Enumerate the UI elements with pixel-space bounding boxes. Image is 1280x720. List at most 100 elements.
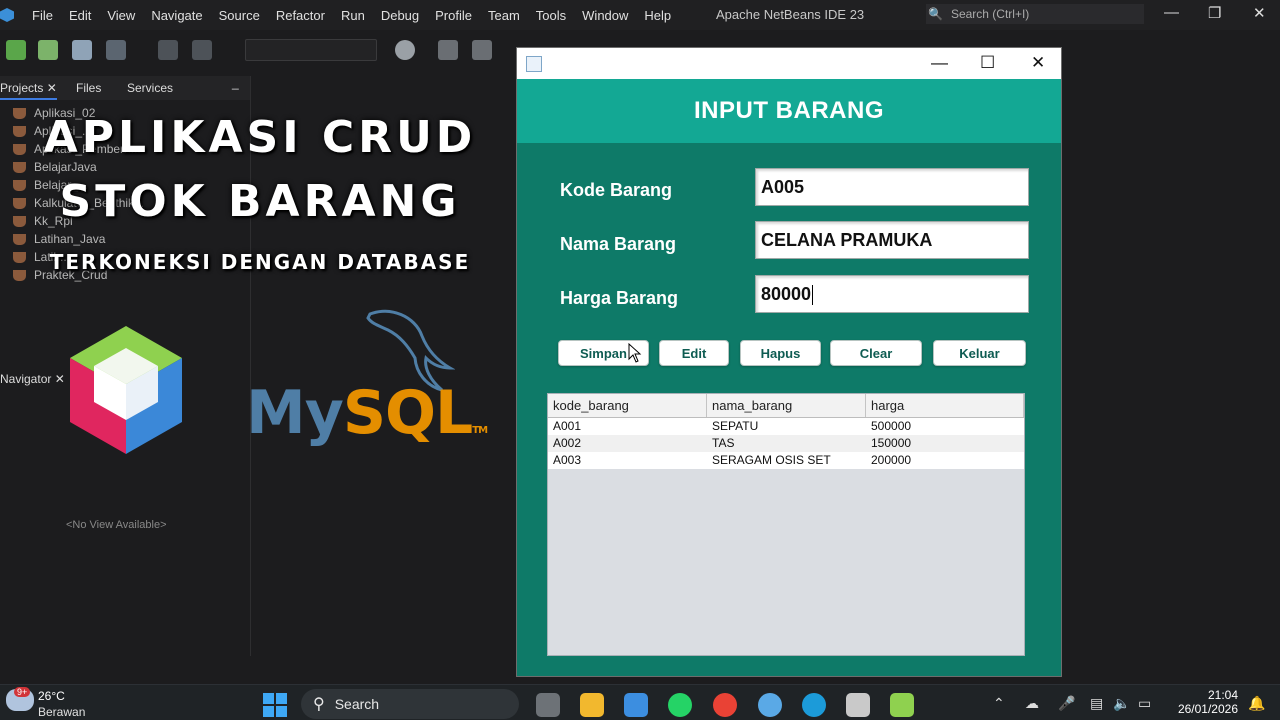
java-project-icon xyxy=(13,215,26,227)
onedrive-icon[interactable]: ☁ xyxy=(1025,695,1039,712)
table-cell: 500000 xyxy=(871,419,912,433)
ide-window-title: Apache NetBeans IDE 23 xyxy=(716,7,865,22)
chevron-up-icon[interactable]: ⌃ xyxy=(993,695,1005,712)
keluar-button[interactable]: Keluar xyxy=(933,340,1026,366)
hapus-button[interactable]: Hapus xyxy=(740,340,821,366)
java-project-icon xyxy=(13,197,26,209)
java-project-icon xyxy=(13,161,26,173)
form-header: INPUT BARANG xyxy=(517,79,1061,143)
maximize-icon[interactable]: ❐ xyxy=(1208,4,1221,22)
menu-window[interactable]: Window xyxy=(574,8,636,23)
whatsapp-icon[interactable] xyxy=(668,693,692,717)
menu-run[interactable]: Run xyxy=(333,8,373,23)
notification-badge: 9+ xyxy=(14,687,31,697)
open-project-icon[interactable] xyxy=(72,40,92,60)
clean-build-icon[interactable] xyxy=(472,40,492,60)
windows-taskbar: 9+ 26°C Berawan ⚲ Search ⌃ ☁ 🎤 ▤ 🔈 ▭ 21:… xyxy=(0,684,1280,720)
java-project-icon xyxy=(13,125,26,137)
table-row[interactable]: A001 SEPATU 500000 xyxy=(548,418,1024,435)
undo-icon[interactable] xyxy=(158,40,178,60)
minimize-icon[interactable]: — xyxy=(1164,4,1179,21)
panel-divider xyxy=(250,76,251,656)
tab-services[interactable]: Services xyxy=(127,81,173,95)
redo-icon[interactable] xyxy=(192,40,212,60)
volume-icon[interactable]: 🔈 xyxy=(1113,695,1130,712)
table-cell: 150000 xyxy=(871,436,912,450)
tab-files[interactable]: Files xyxy=(76,81,101,95)
table-row[interactable]: A002 TAS 150000 xyxy=(548,435,1024,452)
text-caret xyxy=(812,285,814,306)
menu-edit[interactable]: Edit xyxy=(61,8,99,23)
harga-barang-input[interactable]: 80000 xyxy=(755,275,1029,313)
edge-icon[interactable] xyxy=(802,693,826,717)
globe-icon[interactable] xyxy=(395,40,415,60)
menu-refactor[interactable]: Refactor xyxy=(268,8,333,23)
minimize-panel-icon[interactable]: _ xyxy=(232,76,239,90)
minimize-icon[interactable]: — xyxy=(931,53,948,73)
netbeans-taskbar-icon[interactable] xyxy=(890,693,914,717)
ide-search-placeholder: Search (Ctrl+I) xyxy=(950,7,1030,21)
system-clock[interactable]: 21:04 26/01/2026 xyxy=(1178,688,1238,716)
table-cell: A003 xyxy=(553,453,582,467)
tab-navigator[interactable]: Navigator ✕ xyxy=(0,372,65,386)
java-project-icon xyxy=(13,179,26,191)
no-view-available: <No View Available> xyxy=(66,519,167,531)
overlay-title-line2: STOK BARANG xyxy=(59,176,461,227)
column-header-nama[interactable]: nama_barang xyxy=(707,394,866,417)
column-header-kode[interactable]: kode_barang xyxy=(548,394,707,417)
ide-search-field[interactable]: 🔍 Search (Ctrl+I) xyxy=(926,4,1144,24)
microsoft-store-icon[interactable] xyxy=(624,693,648,717)
new-project-icon[interactable] xyxy=(38,40,58,60)
menu-navigate[interactable]: Navigate xyxy=(143,8,210,23)
edit-button[interactable]: Edit xyxy=(659,340,729,366)
config-combo[interactable] xyxy=(245,39,377,61)
close-icon[interactable]: ✕ xyxy=(1031,53,1045,73)
chrome-icon[interactable] xyxy=(713,693,737,717)
table-cell: 200000 xyxy=(871,453,912,467)
temperature[interactable]: 26°C xyxy=(38,689,65,703)
network-icon[interactable]: ▤ xyxy=(1090,695,1103,712)
maximize-icon[interactable]: ☐ xyxy=(980,53,995,73)
input-barang-window: — ☐ ✕ INPUT BARANG Kode Barang A005 Nama… xyxy=(516,47,1062,677)
overlay-subtitle: TERKONEKSI DENGAN DATABASE xyxy=(49,250,471,274)
menu-view[interactable]: View xyxy=(99,8,143,23)
menu-file[interactable]: File xyxy=(24,8,61,23)
java-project-icon xyxy=(13,143,26,155)
menu-profile[interactable]: Profile xyxy=(427,8,480,23)
table-cell: A001 xyxy=(553,419,582,433)
task-view-icon[interactable] xyxy=(536,693,560,717)
python-icon[interactable] xyxy=(758,693,782,717)
netbeans-logo-icon xyxy=(0,8,14,22)
build-icon[interactable] xyxy=(438,40,458,60)
new-file-icon[interactable] xyxy=(6,40,26,60)
harga-barang-label: Harga Barang xyxy=(560,288,679,308)
clear-button[interactable]: Clear xyxy=(830,340,922,366)
project-item[interactable]: Latihan_Java xyxy=(0,230,250,248)
mysql-logo: MySQLTM xyxy=(246,378,488,448)
windows-start-icon[interactable] xyxy=(263,693,287,717)
table-row[interactable]: A003 SERAGAM OSIS SET 200000 xyxy=(548,452,1024,469)
menu-team[interactable]: Team xyxy=(480,8,528,23)
menu-help[interactable]: Help xyxy=(636,8,679,23)
file-explorer-icon[interactable] xyxy=(580,693,604,717)
clock-date: 26/01/2026 xyxy=(1177,702,1238,716)
menu-tools[interactable]: Tools xyxy=(528,8,574,23)
battery-icon[interactable]: ▭ xyxy=(1138,695,1151,712)
taskbar-search[interactable]: ⚲ Search xyxy=(301,689,519,719)
save-all-icon[interactable] xyxy=(106,40,126,60)
nama-barang-input[interactable]: CELANA PRAMUKA xyxy=(755,221,1029,259)
tab-projects[interactable]: Projects ✕ xyxy=(0,81,57,100)
search-icon: 🔍 xyxy=(928,7,943,21)
kode-barang-input[interactable]: A005 xyxy=(755,168,1029,206)
menu-source[interactable]: Source xyxy=(211,8,268,23)
barang-table[interactable]: kode_barang nama_barang harga A001 SEPAT… xyxy=(547,393,1025,656)
menu-debug[interactable]: Debug xyxy=(373,8,427,23)
microphone-icon[interactable]: 🎤 xyxy=(1058,695,1075,712)
column-header-harga[interactable]: harga xyxy=(866,394,1024,417)
notifications-icon[interactable]: 🔔 xyxy=(1248,695,1265,712)
snipping-tool-icon[interactable] xyxy=(846,693,870,717)
netbeans-logo-icon xyxy=(70,326,182,454)
close-icon[interactable]: ✕ xyxy=(1253,4,1266,22)
weather-status[interactable]: Berawan xyxy=(38,705,85,719)
java-project-icon xyxy=(13,233,26,245)
